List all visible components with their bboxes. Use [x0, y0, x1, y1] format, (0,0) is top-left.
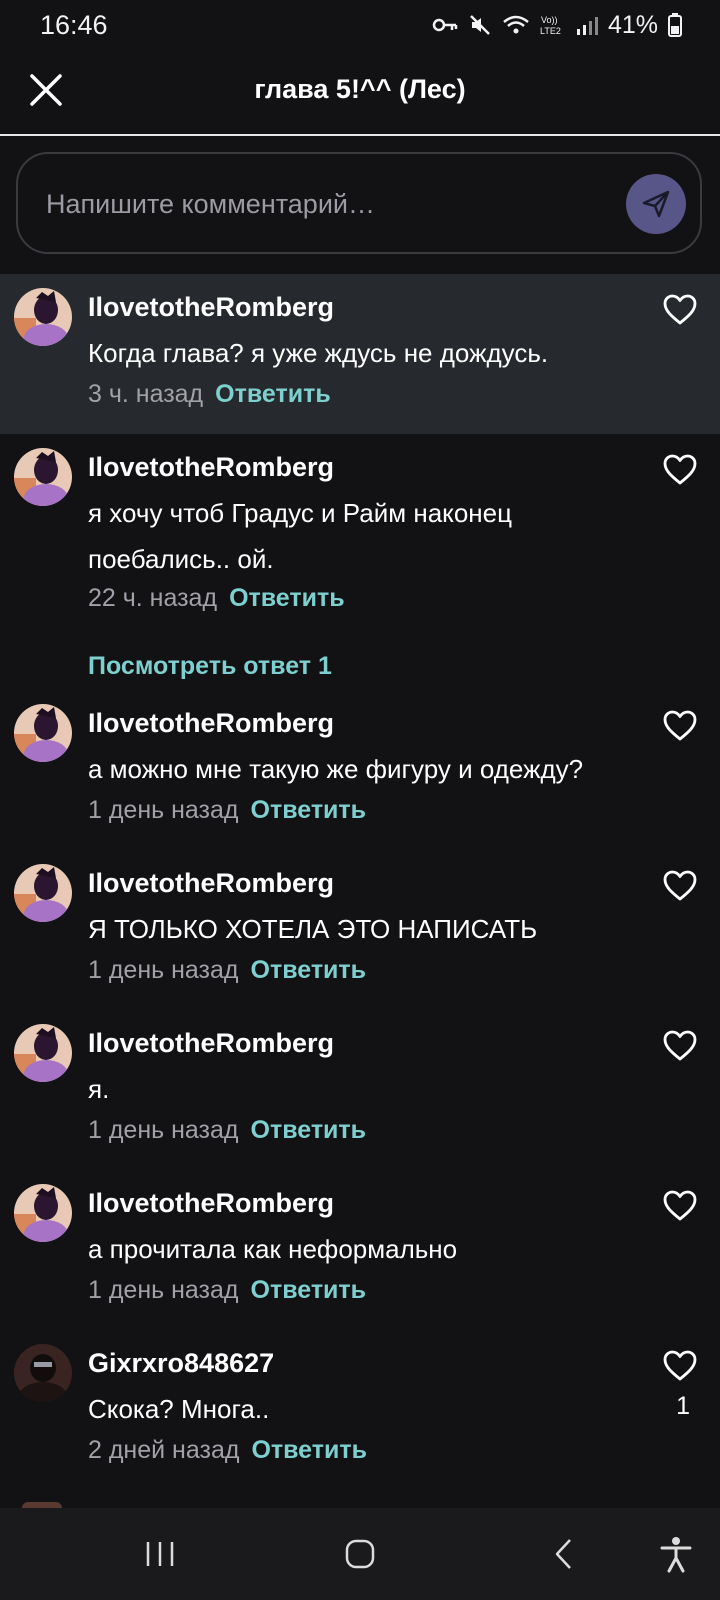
- comment-time: 1 день назад: [88, 1276, 239, 1304]
- comment-text: а можно мне такую же фигуру и одежду?: [88, 754, 584, 784]
- comment-meta: 22 ч. назад Ответить: [88, 584, 345, 613]
- comment-item: Gixrxro848627 Скока? Многа.. 2 дней наза…: [0, 1330, 720, 1500]
- comment-text: а прочитала как неформально: [88, 1234, 458, 1264]
- reply-button[interactable]: Ответить: [251, 956, 367, 984]
- comment-text: Я ТОЛЬКО ХОТЕЛА ЭТО НАПИСАТЬ: [88, 914, 538, 944]
- wifi-icon: [502, 14, 530, 36]
- battery-percent: 41%: [607, 10, 658, 39]
- comment-meta: 1 день назад Ответить: [88, 1276, 366, 1305]
- status-bar: 16:46 Vo)) LTE2 41%: [0, 0, 720, 48]
- reply-button[interactable]: Ответить: [251, 1436, 367, 1464]
- comment-username[interactable]: IlovetotheRomberg: [88, 868, 334, 899]
- comment-text: я хочу чтоб Градус и Райм наконец поебал…: [88, 498, 513, 574]
- reply-button[interactable]: Ответить: [251, 1116, 367, 1144]
- comment-time: 2 дней назад: [88, 1436, 240, 1464]
- reply-button[interactable]: Ответить: [229, 584, 345, 612]
- avatar[interactable]: [14, 1344, 72, 1402]
- svg-text:LTE2: LTE2: [540, 26, 561, 36]
- comment-meta: 1 день назад Ответить: [88, 956, 366, 985]
- heart-outline-icon[interactable]: [662, 868, 698, 904]
- send-button[interactable]: [626, 174, 686, 234]
- recent-apps-icon: [146, 1542, 174, 1566]
- comment-time: 1 день назад: [88, 796, 239, 824]
- heart-outline-icon[interactable]: [662, 1188, 698, 1224]
- comment-item: IlovetotheRomberg а можно мне такую же ф…: [0, 690, 720, 850]
- battery-icon: [668, 13, 682, 37]
- comment-username[interactable]: IlovetotheRomberg: [88, 452, 334, 483]
- comment-text: Когда глава? я уже ждусь не дождусь.: [88, 338, 549, 368]
- send-icon: [642, 190, 670, 218]
- heart-outline-icon[interactable]: [662, 708, 698, 744]
- comment-input[interactable]: [44, 178, 608, 230]
- heart-outline-icon[interactable]: [662, 1028, 698, 1064]
- reply-button[interactable]: Ответить: [251, 1276, 367, 1304]
- mute-icon: [468, 13, 492, 37]
- avatar[interactable]: [14, 704, 72, 762]
- comment-meta: 1 день назад Ответить: [88, 796, 366, 825]
- accessibility-button[interactable]: [652, 1530, 700, 1578]
- back-icon: [555, 1539, 571, 1569]
- system-nav-bar: [0, 1508, 720, 1600]
- heart-outline-icon[interactable]: [662, 452, 698, 488]
- comment-time: 3 ч. назад: [88, 380, 204, 408]
- avatar[interactable]: [14, 1184, 72, 1242]
- comment-time: 1 день назад: [88, 956, 239, 984]
- signal-icon: [576, 14, 598, 36]
- comment-username[interactable]: IlovetotheRomberg: [88, 292, 334, 323]
- vpn-key-icon: [432, 17, 458, 33]
- comment-meta: 3 ч. назад Ответить: [88, 380, 331, 409]
- comment-username[interactable]: IlovetotheRomberg: [88, 708, 334, 739]
- comment-meta: 2 дней назад Ответить: [88, 1436, 367, 1465]
- comment-meta: 1 день назад Ответить: [88, 1116, 366, 1145]
- avatar[interactable]: [14, 448, 72, 506]
- status-time: 16:46: [40, 10, 108, 40]
- avatar[interactable]: [14, 864, 72, 922]
- svg-text:Vo)): Vo)): [541, 15, 558, 25]
- comment-item: IlovetotheRomberg я. 1 день назад Ответит…: [0, 1010, 720, 1170]
- page-title: глава 5!^^ (Лес): [254, 74, 466, 104]
- volte-icon: Vo)) LTE2: [540, 13, 566, 37]
- comment-item: IlovetotheRomberg а прочитала как неформ…: [0, 1170, 720, 1330]
- comment-time: 22 ч. назад: [88, 584, 218, 612]
- comment-item: IlovetotheRomberg Когда глава? я уже жду…: [0, 274, 720, 434]
- status-icons: Vo)) LTE2 41%: [432, 10, 682, 40]
- comment-username[interactable]: IlovetotheRomberg: [88, 1188, 334, 1219]
- heart-outline-icon[interactable]: [662, 292, 698, 328]
- comment-text: Скока? Многа..: [88, 1394, 270, 1424]
- like-count: 1: [676, 1392, 690, 1420]
- back-button[interactable]: [540, 1530, 588, 1578]
- comment-item: IlovetotheRomberg я хочу чтоб Градус и Р…: [0, 434, 720, 684]
- comment-username[interactable]: Gixrxro848627: [88, 1348, 274, 1379]
- comment-item: IlovetotheRomberg Я ТОЛЬКО ХОТЕЛА ЭТО НА…: [0, 850, 720, 1010]
- reply-button[interactable]: Ответить: [215, 380, 331, 408]
- home-icon: [345, 1539, 375, 1569]
- home-button[interactable]: [336, 1530, 384, 1578]
- comment-input-container: [16, 152, 702, 254]
- heart-outline-icon[interactable]: [662, 1348, 698, 1384]
- comment-username[interactable]: IlovetotheRomberg: [88, 1028, 334, 1059]
- comment-time: 1 день назад: [88, 1116, 239, 1144]
- comment-text: я.: [88, 1074, 110, 1104]
- header: глава 5!^^ (Лес): [0, 48, 720, 136]
- accessibility-icon: [660, 1537, 692, 1573]
- avatar[interactable]: [14, 1024, 72, 1082]
- view-replies-link[interactable]: Посмотреть ответ 1: [88, 652, 332, 681]
- avatar[interactable]: [14, 288, 72, 346]
- reply-button[interactable]: Ответить: [251, 796, 367, 824]
- recent-apps-button[interactable]: [136, 1530, 184, 1578]
